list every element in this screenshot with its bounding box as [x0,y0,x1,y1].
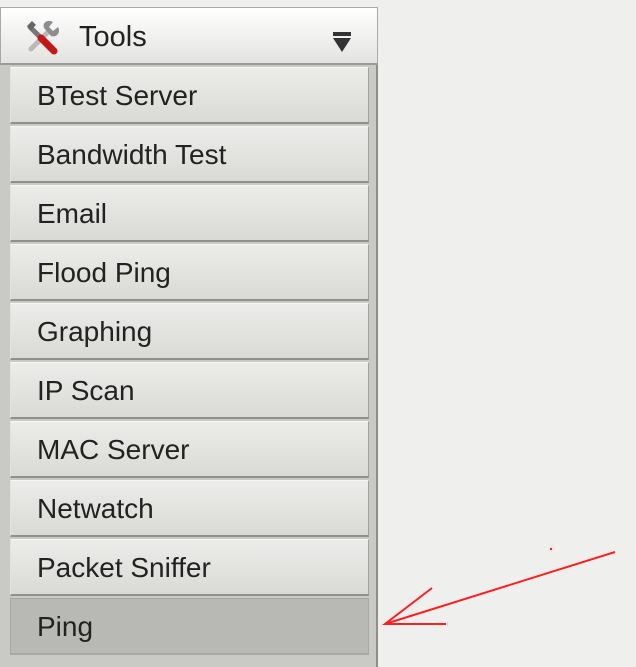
menu-item-netwatch[interactable]: Netwatch [10,480,369,537]
tools-icon [27,20,60,55]
menu-item-graphing[interactable]: Graphing [10,303,369,360]
tools-menu-label: Tools [79,21,147,53]
menu-item-mac-server[interactable]: MAC Server [10,421,369,478]
menu-item-bandwidth-test[interactable]: Bandwidth Test [10,126,369,183]
tools-submenu: BTest Server Bandwidth Test Email Flood … [10,67,369,657]
dropdown-arrow-icon[interactable] [332,31,352,53]
menu-item-ip-scan[interactable]: IP Scan [10,362,369,419]
menu-item-btest-server[interactable]: BTest Server [10,67,369,124]
tools-menu-header[interactable]: Tools [0,7,378,65]
menu-item-email[interactable]: Email [10,185,369,242]
menu-item-packet-sniffer[interactable]: Packet Sniffer [10,539,369,596]
menu-item-ping[interactable]: Ping [10,598,369,655]
menu-item-flood-ping[interactable]: Flood Ping [10,244,369,301]
